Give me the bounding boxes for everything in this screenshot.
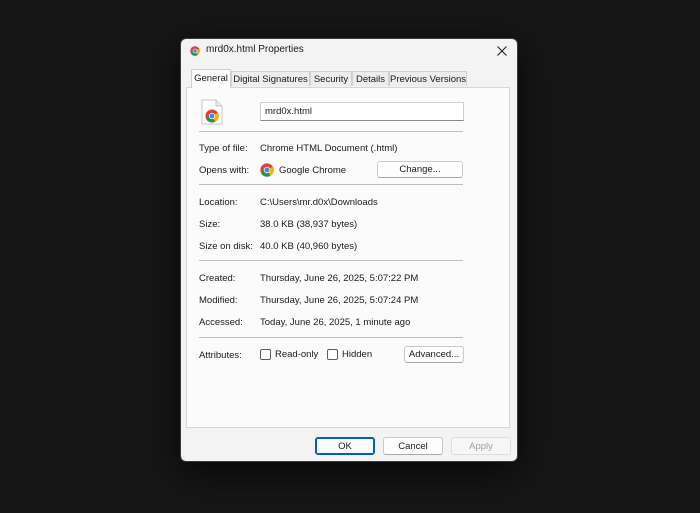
readonly-checkbox[interactable]: Read-only xyxy=(260,349,318,360)
change-button[interactable]: Change... xyxy=(377,161,463,178)
separator xyxy=(199,184,463,185)
close-icon xyxy=(497,46,507,56)
chrome-icon xyxy=(190,46,200,56)
chrome-icon xyxy=(260,163,274,177)
tab-security[interactable]: Security xyxy=(310,71,352,86)
hidden-checkbox[interactable]: Hidden xyxy=(327,349,372,360)
modified-label: Modified: xyxy=(199,295,238,306)
attributes-label: Attributes: xyxy=(199,350,242,361)
tab-details[interactable]: Details xyxy=(352,71,389,86)
modified-value: Thursday, June 26, 2025, 5:07:24 PM xyxy=(260,295,419,306)
hidden-checkbox-label: Hidden xyxy=(342,349,373,360)
readonly-checkbox-box[interactable] xyxy=(260,349,271,360)
hidden-checkbox-box[interactable] xyxy=(327,349,338,360)
created-label: Created: xyxy=(199,273,236,284)
advanced-button[interactable]: Advanced... xyxy=(404,346,464,363)
general-panel: Type of file: Chrome HTML Document (.htm… xyxy=(186,87,510,428)
opens-with-label: Opens with: xyxy=(199,165,250,176)
accessed-label: Accessed: xyxy=(199,317,243,328)
file-icon xyxy=(201,99,223,125)
location-label: Location: xyxy=(199,197,238,208)
location-value: C:\Users\mr.d0x\Downloads xyxy=(260,197,378,208)
cancel-button[interactable]: Cancel xyxy=(383,437,443,455)
apply-button[interactable]: Apply xyxy=(451,437,511,455)
separator xyxy=(199,260,463,261)
size-on-disk-value: 40.0 KB (40,960 bytes) xyxy=(260,241,358,252)
readonly-checkbox-label: Read-only xyxy=(275,349,319,360)
title-bar[interactable]: mrd0x.html Properties xyxy=(181,39,517,63)
separator xyxy=(199,131,463,132)
window-title: mrd0x.html Properties xyxy=(206,44,304,55)
size-on-disk-label: Size on disk: xyxy=(199,241,253,252)
separator xyxy=(199,337,463,338)
tab-previous-versions[interactable]: Previous Versions xyxy=(389,71,467,86)
size-label: Size: xyxy=(199,219,221,230)
close-button[interactable] xyxy=(493,42,511,60)
created-value: Thursday, June 26, 2025, 5:07:22 PM xyxy=(260,273,419,284)
ok-button[interactable]: OK xyxy=(315,437,375,455)
size-value: 38.0 KB (38,937 bytes) xyxy=(260,219,358,230)
tab-general[interactable]: General xyxy=(191,69,231,88)
file-name-input[interactable] xyxy=(260,102,464,121)
type-label: Type of file: xyxy=(199,143,248,154)
tab-digital-signatures[interactable]: Digital Signatures xyxy=(231,71,310,86)
type-value: Chrome HTML Document (.html) xyxy=(260,143,398,154)
opens-with-value: Google Chrome xyxy=(279,165,347,176)
accessed-value: Today, June 26, 2025, 1 minute ago xyxy=(260,317,411,328)
properties-dialog: mrd0x.html Properties General Digital Si… xyxy=(180,38,518,462)
